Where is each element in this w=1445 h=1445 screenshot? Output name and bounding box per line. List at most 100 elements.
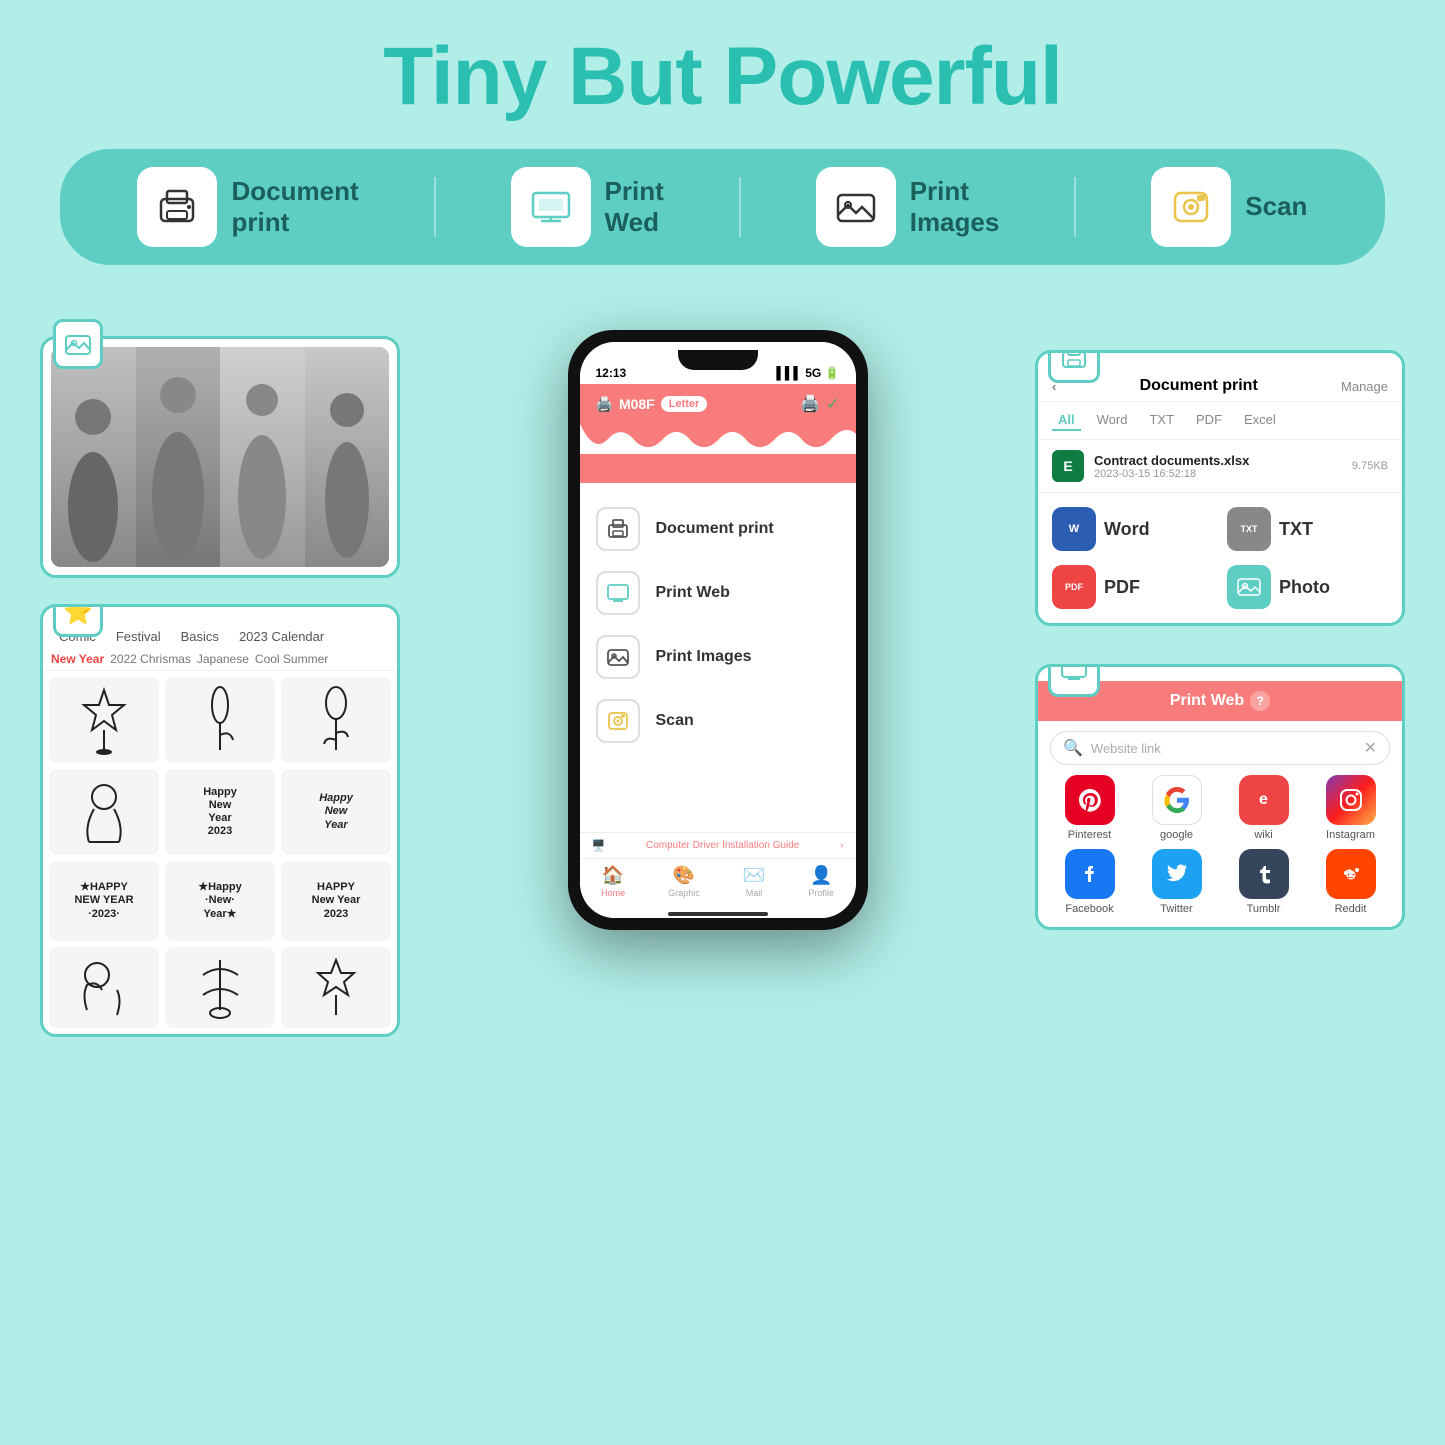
template-cell-7[interactable]: ★HAPPYNEW YEAR·2023· — [49, 861, 159, 941]
print-icon-small[interactable]: 🖨️ — [800, 394, 820, 414]
word-label: Word — [1104, 519, 1150, 540]
feature-divider-1 — [434, 177, 436, 237]
tab-2023-calendar[interactable]: 2023 Calendar — [231, 625, 332, 648]
menu-print-web-label: Print Web — [656, 584, 730, 602]
template-star-icon: ⭐ — [53, 604, 103, 637]
phone-guide-bar[interactable]: 🖥️ Computer Driver Installation Guide › — [580, 832, 856, 858]
doc-file-date: 2023-03-15 16:52:18 — [1094, 468, 1342, 480]
pinterest-icon — [1065, 775, 1115, 825]
app-instagram[interactable]: Instagram — [1311, 775, 1390, 841]
phone-menu: Document print Print Web — [580, 483, 856, 832]
doc-tab-word[interactable]: Word — [1091, 410, 1134, 431]
menu-scan-label: Scan — [656, 712, 694, 730]
subtab-japanese[interactable]: Japanese — [197, 652, 249, 666]
twitter-label: Twitter — [1160, 903, 1192, 915]
feature-divider-3 — [1074, 177, 1076, 237]
app-twitter[interactable]: Twitter — [1137, 849, 1216, 915]
template-sub-tabs: New Year 2022 Chrismas Japanese Cool Sum… — [43, 648, 397, 671]
tab-basics[interactable]: Basics — [173, 625, 227, 648]
google-icon — [1152, 775, 1202, 825]
doc-tab-txt[interactable]: TXT — [1143, 410, 1180, 431]
nav-mail[interactable]: ✉️ Mail — [743, 865, 765, 898]
web-apps-row1: Pinterest google e — [1038, 775, 1402, 849]
menu-doc-print-label: Document print — [656, 520, 774, 538]
web-card-icon — [1048, 664, 1100, 697]
app-facebook[interactable]: Facebook — [1050, 849, 1129, 915]
template-cell-4[interactable] — [49, 769, 159, 855]
feature-bar: Documentprint PrintWed PrintImages — [60, 149, 1385, 265]
app-reddit[interactable]: Reddit — [1311, 849, 1390, 915]
print-web-card: Print Web ? 🔍 Website link ✕ Pinterest — [1035, 664, 1405, 930]
doc-file-info: Contract documents.xlsx 2023-03-15 16:52… — [1094, 453, 1342, 480]
pdf-label: PDF — [1104, 577, 1140, 598]
template-cell-12[interactable] — [281, 947, 391, 1028]
template-cell-6[interactable]: HappyNewYear — [281, 769, 391, 855]
subtab-new-year[interactable]: New Year — [51, 652, 104, 666]
menu-doc-print[interactable]: Document print — [596, 503, 840, 555]
phone-notch — [678, 350, 758, 370]
doc-type-word[interactable]: W Word — [1052, 507, 1213, 551]
app-wiki[interactable]: e wiki — [1224, 775, 1303, 841]
doc-tab-all[interactable]: All — [1052, 410, 1081, 431]
nav-home[interactable]: 🏠 Home — [601, 865, 625, 898]
print-images-label: PrintImages — [910, 176, 1000, 238]
left-panel: ⭐ Comic Festival Basics 2023 Calendar Ne… — [40, 310, 400, 1037]
doc-file-size: 9.75KB — [1352, 460, 1388, 472]
template-card: ⭐ Comic Festival Basics 2023 Calendar Ne… — [40, 604, 400, 1037]
phone-header-left: 🖨️ M08F Letter — [596, 396, 708, 413]
template-cell-2[interactable] — [165, 677, 275, 763]
template-cell-11[interactable] — [165, 947, 275, 1028]
printer-icon-small: 🖨️ — [596, 396, 613, 413]
phone-nav: 🏠 Home 🎨 Graphic ✉️ Mail 👤 Profile — [580, 858, 856, 910]
menu-scan[interactable]: Scan — [596, 695, 840, 747]
home-bar — [668, 912, 768, 916]
phone-header-right: 🖨️ ✓ — [800, 394, 839, 414]
doc-type-pdf[interactable]: PDF PDF — [1052, 565, 1213, 609]
feature-print-images[interactable]: PrintImages — [816, 167, 1000, 247]
subtab-cool-summer[interactable]: Cool Summer — [255, 652, 328, 666]
template-cell-8[interactable]: ★Happy·New·Year★ — [165, 861, 275, 941]
group-photo — [51, 347, 389, 567]
instagram-label: Instagram — [1326, 829, 1375, 841]
phone-header: 🖨️ M08F Letter 🖨️ ✓ — [580, 384, 856, 424]
template-cell-1[interactable] — [49, 677, 159, 763]
doc-type-txt[interactable]: TXT TXT — [1227, 507, 1388, 551]
doc-tab-pdf[interactable]: PDF — [1190, 410, 1228, 431]
excel-icon: E — [1052, 450, 1084, 482]
feature-print-web[interactable]: PrintWed — [511, 167, 664, 247]
doc-tab-excel[interactable]: Excel — [1238, 410, 1282, 431]
doc-file-name: Contract documents.xlsx — [1094, 453, 1342, 468]
content-area: ⭐ Comic Festival Basics 2023 Calendar Ne… — [0, 290, 1445, 1057]
home-icon: 🏠 — [602, 865, 624, 886]
google-label: google — [1160, 829, 1193, 841]
menu-print-web[interactable]: Print Web — [596, 567, 840, 619]
tab-festival[interactable]: Festival — [108, 625, 169, 648]
doc-icons-grid: W Word TXT TXT PDF PDF — [1038, 493, 1402, 623]
tumblr-label: Tumblr — [1247, 903, 1281, 915]
subtab-2022-christmas[interactable]: 2022 Chrismas — [110, 652, 191, 666]
app-google[interactable]: google — [1137, 775, 1216, 841]
template-cell-9[interactable]: HAPPYNew Year2023 — [281, 861, 391, 941]
photo-card — [40, 336, 400, 578]
wiki-label: wiki — [1254, 829, 1272, 841]
nav-profile-label: Profile — [808, 888, 834, 898]
app-pinterest[interactable]: Pinterest — [1050, 775, 1129, 841]
menu-print-images[interactable]: Print Images — [596, 631, 840, 683]
phone-mockup: 12:13 ▌▌▌ 5G 🔋 🖨️ M08F Letter 🖨️ ✓ — [568, 330, 868, 930]
reddit-label: Reddit — [1335, 903, 1367, 915]
phone-screen: 12:13 ▌▌▌ 5G 🔋 🖨️ M08F Letter 🖨️ ✓ — [580, 342, 856, 918]
graphic-icon: 🎨 — [673, 865, 695, 886]
template-cell-10[interactable] — [49, 947, 159, 1028]
feature-doc-print[interactable]: Documentprint — [137, 167, 358, 247]
web-search-bar[interactable]: 🔍 Website link ✕ — [1050, 731, 1390, 765]
tumblr-icon — [1239, 849, 1289, 899]
nav-graphic[interactable]: 🎨 Graphic — [668, 865, 700, 898]
doc-type-photo[interactable]: Photo — [1227, 565, 1388, 609]
doc-manage-btn[interactable]: Manage — [1341, 379, 1388, 394]
template-cell-5[interactable]: HappyNewYear2023 — [165, 769, 275, 855]
feature-scan[interactable]: Scan — [1151, 167, 1307, 247]
app-tumblr[interactable]: Tumblr — [1224, 849, 1303, 915]
clear-icon[interactable]: ✕ — [1364, 738, 1377, 758]
template-cell-3[interactable] — [281, 677, 391, 763]
nav-profile[interactable]: 👤 Profile — [808, 865, 834, 898]
